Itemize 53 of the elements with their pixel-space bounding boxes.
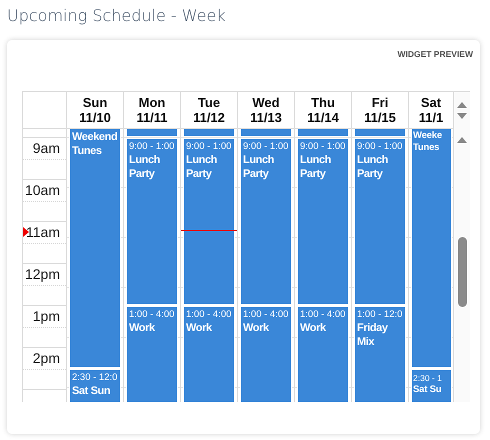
event-title: Work [243,321,269,335]
event-block[interactable]: 2:30 - 12:0 Sat Sun [69,369,121,402]
event-title: Work [300,321,326,335]
hour-label: 12pm [23,264,66,286]
scroll-down-icon[interactable] [457,113,467,119]
event-time: 2:30 - 12:0 [72,372,118,384]
hour-label: 10am [23,180,66,202]
event-block[interactable]: 9:00 - 1:00 Lunch Party [183,138,235,305]
event-block[interactable]: 9:00 - 1:00 Lunch Party [297,138,349,305]
scroll-up-icon[interactable] [457,137,467,143]
event-block[interactable]: 1:00 - 4:00 Work [183,306,235,402]
hour-label: 2pm [23,348,66,370]
event-title: Lunch Party [186,153,218,181]
event-title: Lunch Party [243,153,275,181]
event-block[interactable]: 2:30 - 1 Sat Su [411,369,452,402]
event-title: Work [129,321,155,335]
event-title: Work [186,321,212,335]
event-block[interactable]: 1:00 - 4:00 Work [297,306,349,402]
event-time: 1:00 - 4:00 [300,309,346,321]
event-title: Lunch Party [129,153,161,181]
event-time: 9:00 - 1:00 [300,141,346,153]
event-time: 9:00 - 1:00 [129,141,174,153]
event-title: Friday Mix [357,321,389,349]
event-time: 1:00 - 12:0 [357,309,402,321]
event-block[interactable]: Weeke Tunes [411,129,452,368]
event-title: Weekend Tunes [72,130,118,158]
hour-label: 1pm [23,306,66,328]
event-block[interactable]: 1:00 - 12:0 Friday Mix [354,306,406,402]
event-block[interactable]: 9:00 - 1:00 Lunch Party [126,138,178,305]
event-block[interactable]: 1:00 - 4:00 Work [126,306,178,402]
scroll-up-icon[interactable] [457,102,467,108]
current-time-marker-icon [23,227,29,237]
event-time: 9:00 - 1:00 [243,141,288,153]
event-time: 9:00 - 1:00 [186,141,232,153]
event-block[interactable]: Weekend Tunes [69,129,121,368]
event-time: 1:00 - 4:00 [186,309,232,321]
event-title: Sat Sun [72,384,110,398]
widget-preview-label: WIDGET PREVIEW [397,49,473,61]
event-block[interactable]: 1:00 - 4:00 Work [240,306,292,402]
hour-label: 9am [23,138,66,160]
event-time: 1:00 - 4:00 [129,309,174,321]
event-block[interactable]: 9:00 - 1:00 Lunch Party [354,138,406,305]
scrollbar-thumb[interactable] [458,237,466,307]
event-title: Lunch Party [300,153,332,181]
event-time: 9:00 - 1:00 [357,141,402,153]
event-time: 1:00 - 4:00 [243,309,288,321]
event-block[interactable]: 9:00 - 1:00 Lunch Party [240,138,292,305]
event-time: 2:30 - 1 [413,372,442,384]
hour-label: 11am [23,222,66,244]
event-title: Sat Su [413,384,442,396]
event-title: Lunch Party [357,153,389,181]
event-title: Weeke Tunes [413,130,443,154]
page-title: Upcoming Schedule - Week [7,5,226,27]
